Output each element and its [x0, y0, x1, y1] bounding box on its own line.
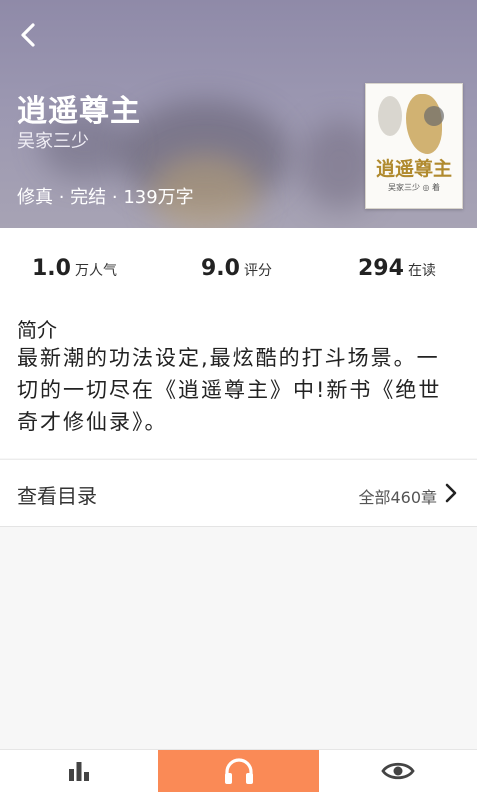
cover-subtitle: 吴家三少 ◎ 着	[387, 183, 441, 192]
stat-value: 9.0	[201, 256, 240, 281]
book-cover[interactable]: 逍遥尊主 吴家三少 ◎ 着	[365, 83, 463, 209]
intro-text: 最新潮的功法设定,最炫酷的打斗场景。一切的一切尽在《逍遥尊主》中!新书《绝世奇才…	[17, 346, 442, 434]
book-meta: 修真 · 完结 · 139万字	[17, 187, 194, 208]
cover-art	[424, 106, 444, 126]
bar-chart-icon	[69, 762, 89, 781]
catalog-chapter-count: 全部460章	[358, 488, 437, 507]
stat-value: 1.0	[32, 256, 71, 281]
book-stats: 1.0 万人气 9.0 评分 294 在读	[0, 228, 477, 310]
stat-unit: 评分	[243, 263, 272, 279]
intro-heading: 简介	[17, 318, 57, 342]
stat-popularity: 1.0 万人气	[32, 256, 117, 281]
ranking-button[interactable]	[0, 750, 158, 792]
listen-button[interactable]	[158, 750, 319, 792]
eye-icon	[381, 762, 415, 780]
bottom-action-bar	[0, 749, 477, 792]
view-catalog-row[interactable]: 查看目录 全部460章	[0, 459, 477, 527]
stat-readers: 294 在读	[358, 256, 436, 281]
cover-art	[378, 96, 402, 136]
stat-rating: 9.0 评分	[201, 256, 272, 281]
cover-title: 逍遥尊主	[375, 158, 452, 180]
back-arrow-icon[interactable]	[12, 18, 46, 52]
read-button[interactable]	[319, 750, 477, 792]
stat-unit: 在读	[407, 263, 436, 279]
headphones-icon	[224, 758, 253, 784]
book-header: 逍遥尊主 吴家三少 修真 · 完结 · 139万字 逍遥尊主 吴家三少 ◎ 着	[0, 0, 477, 228]
chevron-right-icon	[445, 483, 457, 503]
stat-value: 294	[358, 256, 404, 281]
stat-unit: 万人气	[74, 263, 117, 279]
catalog-label: 查看目录	[17, 484, 97, 508]
book-author: 吴家三少	[17, 131, 89, 152]
book-title: 逍遥尊主	[17, 94, 141, 129]
book-intro: 简介 最新潮的功法设定,最炫酷的打斗场景。一切的一切尽在《逍遥尊主》中!新书《绝…	[0, 300, 477, 458]
